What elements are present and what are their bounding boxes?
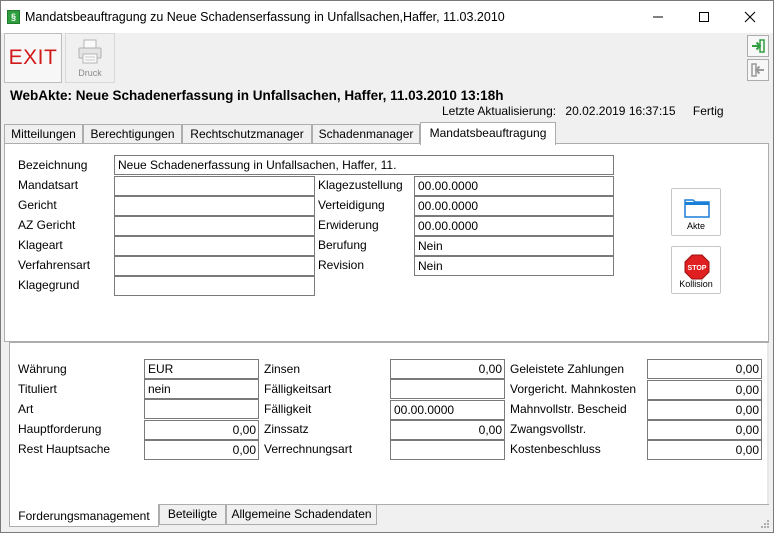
print-button[interactable]: Druck [65,33,115,83]
geleistete-zahlungen-field[interactable]: 0,00 [647,359,762,379]
verfahrensart-label: Verfahrensart [18,258,91,272]
tab-mandatsbeauftragung[interactable]: Mandatsbeauftragung [420,122,556,145]
zinssatz-field[interactable]: 0,00 [390,420,505,440]
erwiderung-field[interactable]: 00.00.0000 [414,216,614,236]
faelligkeit-field[interactable]: 00.00.0000 [390,400,505,420]
az-gericht-label: AZ Gericht [18,218,76,232]
kostenbeschluss-label: Kostenbeschluss [510,442,601,456]
klageart-field[interactable] [114,236,315,256]
tab-berechtigungen[interactable]: Berechtigungen [83,124,182,144]
status-timestamp: 20.02.2019 16:37:15 [565,104,676,118]
toolbar: EXIT Druck [1,33,773,83]
mandatsart-label: Mandatsart [18,178,79,192]
tab-allgemeine-schadendaten[interactable]: Allgemeine Schadendaten [226,505,377,525]
back-button[interactable] [747,59,769,81]
stop-sign-icon: STOP [684,254,710,280]
verteidigung-label: Verteidigung [318,198,385,212]
arrow-left-icon [751,63,764,77]
rest-hauptsache-label: Rest Hauptsache [18,442,111,456]
tituliert-field[interactable]: nein [144,379,259,399]
forderung-panel: Währung EUR Tituliert nein Art Hauptford… [9,342,769,505]
print-label: Druck [78,68,102,78]
kostenbeschluss-field[interactable]: 0,00 [647,440,762,460]
status-label: Letzte Aktualisierung: [442,104,557,118]
kollision-button[interactable]: STOP Kollision [671,246,721,294]
verrechnungsart-field[interactable] [390,440,505,460]
klageart-label: Klageart [18,238,63,252]
bezeichnung-label: Bezeichnung [18,158,88,172]
window-title: Mandatsbeauftragung zu Neue Schadenserfa… [25,10,505,24]
tab-schadenmanager[interactable]: Schadenmanager [312,124,420,144]
faelligkeitsart-field[interactable] [390,379,505,399]
revision-field[interactable]: Nein [414,256,614,276]
verteidigung-field[interactable]: 00.00.0000 [414,196,614,216]
az-gericht-field[interactable] [114,216,315,236]
close-icon [744,11,756,23]
rest-hauptsache-field[interactable]: 0,00 [144,440,259,460]
berufung-field[interactable]: Nein [414,236,614,256]
panel-scroll-edge [767,343,769,504]
waehrung-label: Währung [18,362,67,376]
gericht-field[interactable] [114,196,315,216]
waehrung-field[interactable]: EUR [144,359,259,379]
faelligkeit-label: Fälligkeit [264,402,312,416]
hauptforderung-field[interactable]: 0,00 [144,420,259,440]
mahnvollstr-bescheid-label: Mahnvollstr. Bescheid [510,402,627,416]
folder-icon [684,199,710,218]
mandat-panel: Bezeichnung Neue Schadenerfassung in Unf… [4,143,769,342]
resize-grip-icon[interactable] [760,519,770,529]
zwangsvollstr-field[interactable]: 0,00 [647,420,762,440]
maximize-icon [699,12,709,22]
forward-button[interactable] [747,35,769,57]
tab-forderungsmanagement[interactable]: Forderungsmanagement [9,504,159,527]
akte-label: Akte [686,221,705,231]
zwangsvollstr-label: Zwangsvollstr. [510,422,587,436]
arrow-right-exit-icon [752,39,765,53]
status-row: Letzte Aktualisierung: 20.02.2019 16:37:… [442,104,730,118]
stop-sign-text: STOP [688,265,707,272]
zinsen-field[interactable]: 0,00 [390,359,505,379]
maximize-button[interactable] [681,1,727,33]
klagezustellung-field[interactable]: 00.00.0000 [414,176,614,196]
klagegrund-label: Klagegrund [18,278,80,292]
close-button[interactable] [727,1,773,33]
exit-button[interactable]: EXIT [4,33,62,83]
tituliert-label: Tituliert [18,382,57,396]
minimize-icon [653,16,663,18]
vorgericht-mahnkosten-label: Vorgericht. Mahnkosten [510,382,637,396]
faelligkeitsart-label: Fälligkeitsart [264,382,332,396]
klagezustellung-label: Klagezustellung [318,178,403,192]
zinssatz-label: Zinssatz [264,422,309,436]
title-bar: § Mandatsbeauftragung zu Neue Schadenser… [1,1,773,33]
kollision-label: Kollision [679,279,713,289]
art-field[interactable] [144,399,259,419]
mandatsart-field[interactable] [114,176,315,196]
verrechnungsart-label: Verrechnungsart [264,442,353,456]
bezeichnung-field[interactable]: Neue Schadenerfassung in Unfallsachen, H… [114,155,614,175]
klagegrund-field[interactable] [114,276,315,296]
akte-button[interactable]: Akte [671,188,721,236]
vorgericht-mahnkosten-field[interactable]: 0,00 [647,380,762,400]
art-label: Art [18,402,34,416]
hauptforderung-label: Hauptforderung [18,422,102,436]
mahnvollstr-bescheid-field[interactable]: 0,00 [647,400,762,420]
tab-mitteilungen[interactable]: Mitteilungen [4,124,83,144]
app-paragraph-icon: § [7,10,20,24]
erwiderung-label: Erwiderung [318,218,379,232]
printer-icon [78,39,102,64]
geleistete-zahlungen-label: Geleistete Zahlungen [510,362,625,376]
status-state: Fertig [692,104,724,118]
tab-rechtschutzmanager[interactable]: Rechtschutzmanager [182,124,312,144]
zinsen-label: Zinsen [264,362,301,376]
tab-beteiligte[interactable]: Beteiligte [159,505,226,525]
webakte-title: WebAkte: Neue Schadenerfassung in Unfall… [10,88,504,103]
berufung-label: Berufung [318,238,367,252]
gericht-label: Gericht [18,198,57,212]
main-window: § Mandatsbeauftragung zu Neue Schadenser… [0,0,774,533]
minimize-button[interactable] [635,1,681,33]
revision-label: Revision [318,258,365,272]
verfahrensart-field[interactable] [114,256,315,276]
